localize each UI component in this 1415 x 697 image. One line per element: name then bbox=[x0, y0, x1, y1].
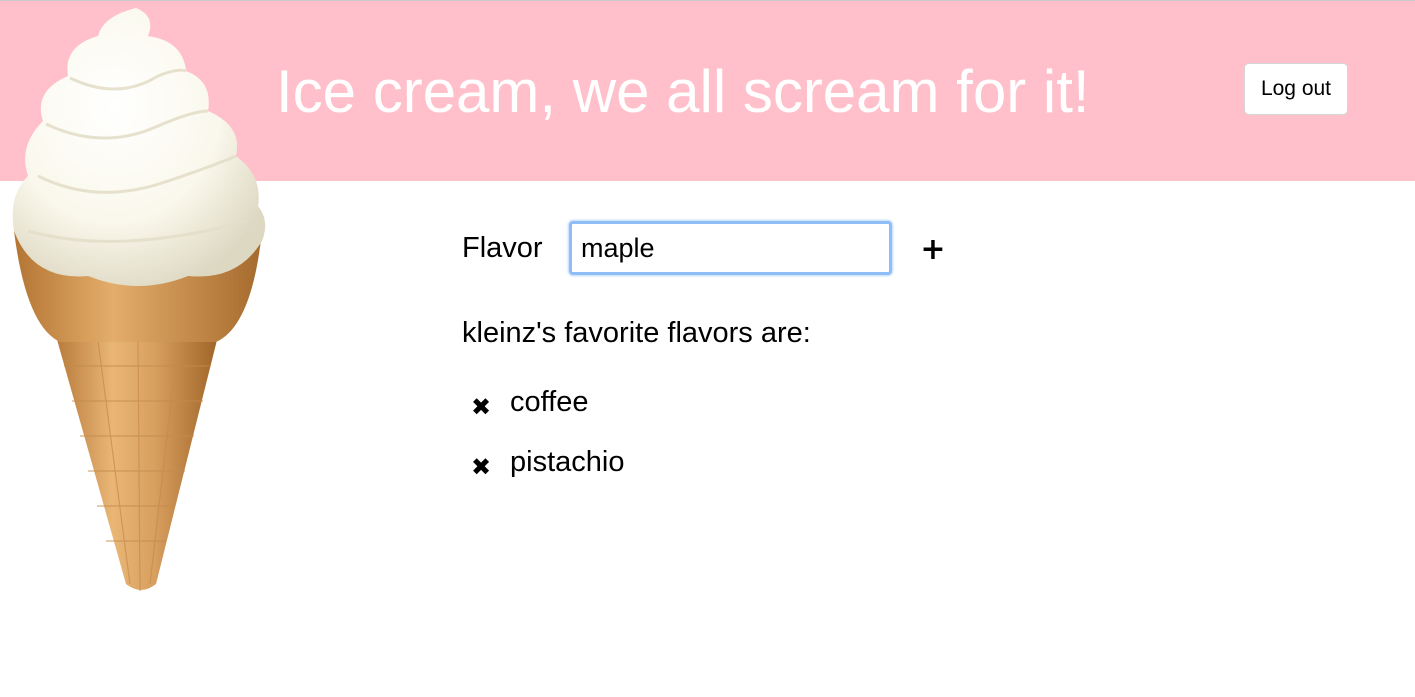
remove-icon[interactable]: ✖ bbox=[468, 391, 494, 423]
flavor-name: coffee bbox=[510, 386, 589, 418]
remove-icon[interactable]: ✖ bbox=[468, 451, 494, 483]
flavor-label: Flavor bbox=[462, 232, 543, 264]
page: Ice cream, we all scream for it! Log out bbox=[0, 0, 1415, 697]
favorites-heading: kleinz's favorite flavors are: bbox=[462, 317, 811, 349]
flavor-input[interactable] bbox=[569, 221, 892, 275]
ice-cream-cone-icon bbox=[12, 8, 266, 592]
logout-button[interactable]: Log out bbox=[1244, 63, 1348, 115]
flavor-name: pistachio bbox=[510, 446, 625, 478]
add-flavor-button[interactable]: + bbox=[914, 230, 952, 270]
page-title: Ice cream, we all scream for it! bbox=[276, 58, 1090, 125]
